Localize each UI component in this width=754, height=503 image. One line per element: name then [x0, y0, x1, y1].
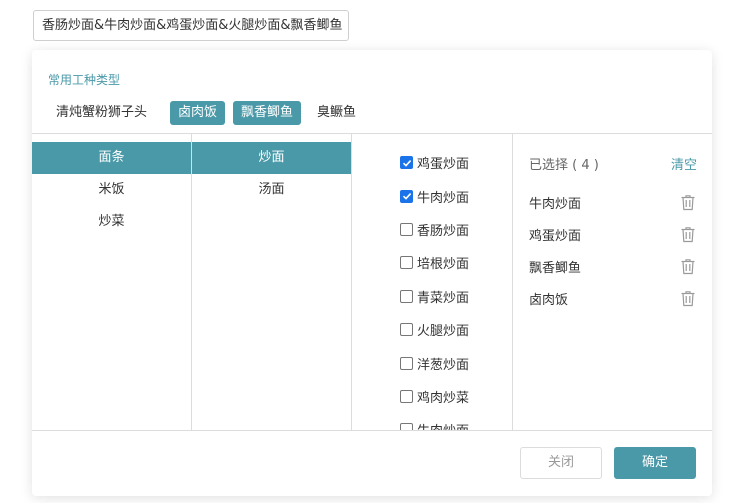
common-types-title: 常用工种类型 [48, 73, 121, 87]
checkbox[interactable] [400, 289, 413, 303]
selected-item-label: 飘香鲫鱼 [529, 260, 582, 276]
dish-option[interactable]: 鸡蛋炒面 [400, 146, 512, 179]
common-tag[interactable]: 清炖蟹粉狮子头 [48, 101, 155, 125]
selected-item-label: 卤肉饭 [529, 292, 569, 308]
checkbox[interactable] [400, 356, 413, 370]
dish-label: 牛肉炒面 [417, 420, 469, 430]
selected-item-label: 牛肉炒面 [529, 196, 582, 212]
selected-count-title: 已选择 ( 4 ) [529, 158, 599, 173]
selected-item: 飘香鲫鱼 [529, 250, 697, 282]
dish-label: 培根炒面 [417, 257, 470, 273]
checkbox[interactable] [400, 189, 413, 203]
dish-option[interactable]: 鸡肉炒菜 [400, 380, 512, 413]
confirm-button[interactable]: 确定 [614, 447, 696, 479]
dish-label: 火腿炒面 [417, 324, 470, 340]
checkbox[interactable] [400, 222, 413, 236]
checkbox[interactable] [400, 256, 413, 270]
divider [32, 430, 712, 431]
category-item[interactable]: 面条 [32, 142, 191, 174]
trash-icon[interactable] [679, 289, 697, 307]
selected-list: 牛肉炒面鸡蛋炒面飘香鲫鱼卤肉饭 [529, 186, 697, 314]
dish-option[interactable]: 牛肉炒面 [400, 413, 512, 430]
category-column: 面条 米饭 炒菜 [32, 134, 191, 430]
dish-label: 牛肉炒面 [417, 190, 470, 206]
common-tags: 清炖蟹粉狮子头 卤肉饭 飘香鲫鱼 臭鳜鱼 [48, 101, 372, 125]
dish-checklist: 鸡蛋炒面牛肉炒面香肠炒面培根炒面青菜炒面火腿炒面洋葱炒面鸡肉炒菜牛肉炒面 [352, 146, 512, 430]
checkbox[interactable] [400, 156, 413, 170]
trash-icon[interactable] [679, 225, 697, 243]
subcategory-item[interactable]: 炒面 [192, 142, 351, 174]
selected-item: 牛肉炒面 [529, 186, 697, 218]
dish-label: 鸡肉炒菜 [417, 390, 470, 406]
category-item[interactable]: 炒菜 [32, 206, 191, 238]
subcategory-column: 炒面 汤面 [192, 134, 351, 430]
dish-picker-dialog: 常用工种类型 清炖蟹粉狮子头 卤肉饭 飘香鲫鱼 臭鳜鱼 面条 米饭 炒菜 炒面 … [32, 50, 712, 496]
dish-option[interactable]: 香肠炒面 [400, 213, 512, 246]
selected-item: 鸡蛋炒面 [529, 218, 697, 250]
dish-option[interactable]: 火腿炒面 [400, 313, 512, 346]
dish-option[interactable]: 洋葱炒面 [400, 346, 512, 379]
category-item[interactable]: 米饭 [32, 174, 191, 206]
dish-label: 香肠炒面 [417, 223, 470, 239]
selected-column: 已选择 ( 4 ) 清空 牛肉炒面鸡蛋炒面飘香鲫鱼卤肉饭 [513, 134, 712, 430]
checkbox[interactable] [400, 323, 413, 337]
close-button[interactable]: 关闭 [520, 447, 602, 479]
dish-column: 鸡蛋炒面牛肉炒面香肠炒面培根炒面青菜炒面火腿炒面洋葱炒面鸡肉炒菜牛肉炒面 [352, 134, 512, 430]
selected-dishes-input[interactable]: 香肠炒面&牛肉炒面&鸡蛋炒面&火腿炒面&飘香鲫鱼 [33, 10, 349, 41]
subcategory-item[interactable]: 汤面 [192, 174, 351, 206]
dish-option[interactable]: 培根炒面 [400, 246, 512, 279]
checkbox[interactable] [400, 389, 413, 403]
dish-label: 青菜炒面 [417, 290, 470, 306]
trash-icon[interactable] [679, 193, 697, 211]
common-tag[interactable]: 飘香鲫鱼 [233, 101, 302, 125]
common-tag[interactable]: 卤肉饭 [170, 101, 226, 125]
dish-label: 鸡蛋炒面 [417, 157, 470, 173]
common-tag[interactable]: 臭鳜鱼 [309, 101, 364, 125]
checkbox[interactable] [400, 423, 413, 430]
clear-button[interactable]: 清空 [671, 154, 697, 173]
dish-option[interactable]: 牛肉炒面 [400, 179, 512, 212]
dish-option[interactable]: 青菜炒面 [400, 280, 512, 313]
selected-item-label: 鸡蛋炒面 [529, 228, 582, 244]
trash-icon[interactable] [679, 257, 697, 275]
dish-label: 洋葱炒面 [417, 357, 470, 373]
selected-item: 卤肉饭 [529, 282, 697, 314]
